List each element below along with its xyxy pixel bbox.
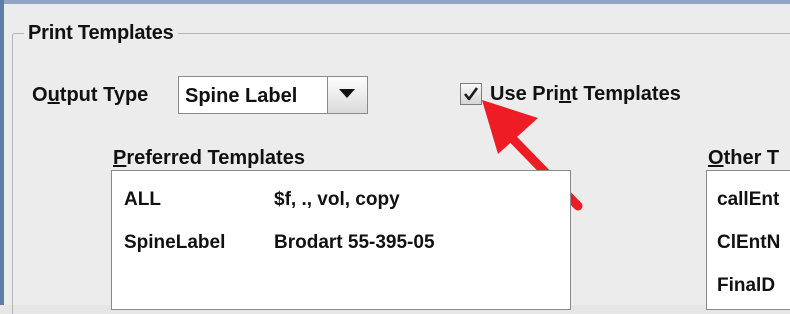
list-item[interactable]: callEnt	[717, 185, 779, 215]
checkmark-icon	[463, 87, 479, 101]
output-type-mnemonic: u	[47, 84, 60, 106]
output-type-selected: Spine Label	[185, 85, 298, 107]
output-type-label-suffix: tput Type	[59, 84, 149, 106]
preferred-templates-mnemonic: P	[113, 147, 127, 169]
list-item[interactable]: FinalD	[717, 271, 775, 301]
template-value: Brodart 55-395-05	[274, 232, 435, 253]
template-name: ALL	[124, 189, 161, 210]
preferred-templates-label-rest: referred Templates	[126, 147, 305, 169]
list-item[interactable]: SpineLabel Brodart 55-395-05	[112, 228, 570, 258]
template-name: SpineLabel	[124, 232, 226, 253]
template-value: $f, ., vol, copy	[274, 189, 400, 210]
output-type-dropdown[interactable]: Spine Label	[178, 76, 368, 114]
output-type-label: Output Type	[32, 82, 148, 108]
chevron-down-icon	[339, 89, 355, 98]
list-item[interactable]: ClEntN	[717, 228, 780, 258]
list-item[interactable]: ALL $f, ., vol, copy	[112, 185, 570, 215]
output-type-label-prefix: O	[32, 84, 48, 106]
other-templates-list[interactable]: callEnt ClEntN FinalD	[706, 170, 790, 310]
group-title: Print Templates	[24, 20, 178, 46]
dropdown-toggle-button[interactable]	[327, 77, 367, 113]
other-templates-mnemonic: O	[708, 147, 724, 169]
preferred-templates-list[interactable]: ALL $f, ., vol, copy SpineLabel Brodart …	[111, 170, 571, 310]
other-templates-label-rest: ther T	[723, 147, 780, 169]
preferred-templates-label: Preferred Templates	[113, 145, 305, 171]
other-templates-label: Other T	[708, 145, 779, 171]
